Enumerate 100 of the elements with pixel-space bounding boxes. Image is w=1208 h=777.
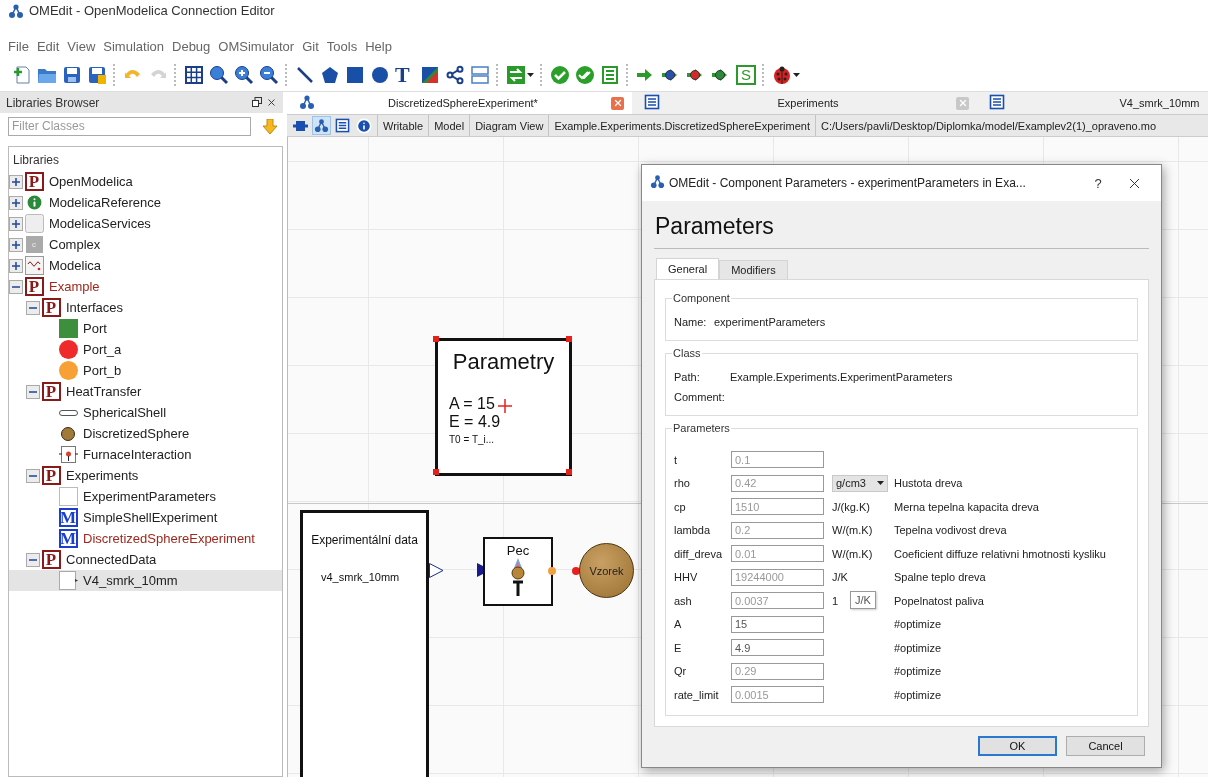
tree-item-label[interactable]: Experiments	[66, 468, 139, 483]
tree-item-label[interactable]: V4_smrk_10mm	[83, 573, 178, 588]
tree-row[interactable]: Port_b	[9, 360, 282, 381]
text-view-button[interactable]	[333, 116, 352, 135]
parameter-field[interactable]: 0.2	[731, 521, 824, 539]
menu-item[interactable]: Git	[298, 38, 323, 56]
collapse-icon[interactable]	[9, 279, 23, 294]
tree-row[interactable]: ExperimentParameters	[9, 486, 282, 507]
data-block[interactable]: Experimentální data v4_smrk_10mm	[300, 510, 429, 777]
tree-row[interactable]: DiscretizedSphere	[9, 423, 282, 444]
tree-item-label[interactable]: SphericalShell	[83, 405, 167, 420]
expand-icon[interactable]	[9, 258, 23, 273]
tree-row[interactable]: P HeatTransfer	[9, 381, 282, 402]
parameter-field[interactable]: 1510	[731, 498, 824, 516]
tree-item-label[interactable]: Modelica	[49, 258, 102, 273]
menu-item[interactable]: Edit	[32, 38, 64, 56]
tree-item-label[interactable]: OpenModelica	[49, 174, 133, 189]
collapse-icon[interactable]	[26, 468, 40, 483]
ok-button[interactable]: OK	[978, 736, 1057, 756]
collapse-icon[interactable]	[26, 384, 40, 399]
parameter-field[interactable]: 15	[731, 615, 824, 633]
tree-item-label[interactable]: Port_a	[83, 342, 122, 357]
double-check-icon[interactable]	[574, 63, 596, 86]
tree-item-label[interactable]: ExperimentParameters	[83, 489, 216, 504]
tree-item-label[interactable]: HeatTransfer	[66, 384, 142, 399]
furnace-block[interactable]: Pec	[483, 537, 553, 606]
expand-icon[interactable]	[9, 216, 23, 231]
tree-item-label[interactable]: FurnaceInteraction	[83, 447, 192, 462]
tree-row[interactable]: SphericalShell	[9, 402, 282, 423]
diagram-view-button[interactable]	[312, 116, 331, 135]
expand-icon[interactable]	[9, 237, 23, 252]
swap-button[interactable]	[505, 63, 535, 86]
tree-row[interactable]: ModelicaReference	[9, 192, 282, 213]
parameter-field[interactable]: 0.1	[731, 451, 824, 469]
tree-item-label[interactable]: Example	[49, 279, 100, 294]
tree-row[interactable]: V4_smrk_10mm	[9, 570, 282, 591]
expand-icon[interactable]	[9, 174, 23, 189]
menu-item[interactable]: View	[63, 38, 100, 56]
tree-item-label[interactable]: ModelicaReference	[49, 195, 161, 210]
collapse-icon[interactable]	[26, 552, 40, 567]
text-tool-button[interactable]: T	[394, 63, 416, 86]
tree-row[interactable]: M SimpleShellExperiment	[9, 507, 282, 528]
parameter-field[interactable]: 0.01	[731, 545, 824, 563]
connect-icon[interactable]	[444, 63, 466, 86]
menu-item[interactable]: Help	[361, 38, 396, 56]
parameter-field[interactable]: 0.29	[731, 662, 824, 680]
tree-item-label[interactable]: Interfaces	[66, 300, 124, 315]
dialog-tab[interactable]: Modifiers	[719, 260, 788, 279]
filter-field[interactable]: Filter Classes	[8, 116, 252, 136]
close-icon[interactable]	[266, 97, 277, 108]
tree-item-label[interactable]: DiscretizedSphere	[83, 426, 190, 441]
tree-row[interactable]: Modelica	[9, 255, 282, 276]
selection-handle[interactable]	[433, 336, 439, 342]
tree-row[interactable]: P ConnectedData	[9, 549, 282, 570]
tree-row[interactable]: c Complex	[9, 234, 282, 255]
tree-row[interactable]: ModelicaServices	[9, 213, 282, 234]
simulation-setup-button[interactable]: S	[735, 63, 757, 86]
dialog-tab[interactable]: General	[656, 258, 720, 279]
parameter-block[interactable]: Parametry A = 15 E = 4.9 T0 = T_i...	[435, 338, 572, 476]
selection-handle[interactable]	[433, 469, 439, 475]
tree-row[interactable]: P Example	[9, 276, 282, 297]
zoom-icon[interactable]	[208, 63, 230, 86]
menu-item[interactable]: File	[4, 38, 33, 56]
selection-handle[interactable]	[566, 469, 572, 475]
parameter-field[interactable]: 0.0037	[731, 592, 824, 610]
tree-row[interactable]: P Experiments	[9, 465, 282, 486]
tree-item-label[interactable]: Port	[83, 321, 107, 336]
tree-row[interactable]: Port	[9, 318, 282, 339]
tree-item-label[interactable]: Complex	[49, 237, 101, 252]
arrow-down-icon[interactable]	[263, 118, 277, 134]
cancel-button[interactable]: Cancel	[1066, 736, 1145, 756]
menu-item[interactable]: Debug	[168, 38, 215, 56]
tree-item-label[interactable]: ModelicaServices	[49, 216, 151, 231]
documentation-button[interactable]	[354, 116, 373, 135]
tree-item-label[interactable]: DiscretizedSphereExperiment	[83, 531, 255, 546]
sample-sphere[interactable]: Vzorek	[579, 543, 634, 598]
zoom-in-icon[interactable]	[233, 63, 255, 86]
menu-item[interactable]: Tools	[322, 38, 362, 56]
check-icon[interactable]	[549, 63, 571, 86]
parameter-field[interactable]: 19244000	[731, 568, 824, 586]
tree-row[interactable]: Port_a	[9, 339, 282, 360]
tree-row[interactable]: FurnaceInteraction	[9, 444, 282, 465]
parameter-field[interactable]: 4.9	[731, 639, 824, 657]
unit-dropdown[interactable]: g/cm3	[832, 474, 888, 492]
tree-item-label[interactable]: Port_b	[83, 363, 122, 378]
document-icon[interactable]	[599, 63, 621, 86]
grid-icon[interactable]	[183, 63, 205, 86]
selection-handle[interactable]	[566, 336, 572, 342]
tree-item-label[interactable]: SimpleShellExperiment	[83, 510, 218, 525]
help-button[interactable]: ?	[1083, 174, 1113, 192]
tree-row[interactable]: P Interfaces	[9, 297, 282, 318]
zoom-out-icon[interactable]	[258, 63, 280, 86]
document-tab[interactable]: DiscretizedSphereExperiment*	[287, 92, 632, 114]
new-file-icon[interactable]	[11, 63, 33, 86]
tree-item-label[interactable]: ConnectedData	[66, 552, 157, 567]
parameter-field[interactable]: 0.42	[731, 474, 824, 492]
expand-icon[interactable]	[9, 195, 23, 210]
float-icon[interactable]	[252, 97, 262, 107]
tree-row[interactable]: P OpenModelica	[9, 171, 282, 192]
parameter-field[interactable]: 0.0015	[731, 686, 824, 704]
